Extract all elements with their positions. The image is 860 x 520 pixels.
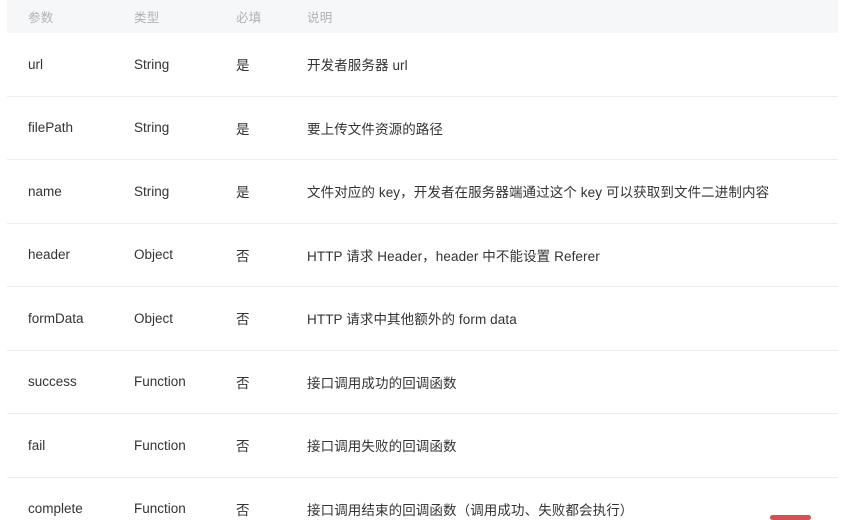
table-row: url String 是 开发者服务器 url — [7, 33, 838, 97]
cell-param-name: complete — [28, 501, 83, 517]
cell-param-required: 是 — [215, 96, 286, 160]
parameter-table: 参数 类型 必填 说明 url String 是 开发者服务器 url file… — [7, 0, 838, 520]
cell-param-type: String — [113, 96, 215, 160]
cell-param-type: String — [113, 159, 215, 224]
column-header-description: 说明 — [307, 11, 333, 25]
table-row: fail Function 否 接口调用失败的回调函数 — [7, 413, 838, 478]
table-row: header Object 否 HTTP 请求 Header，header 中不… — [7, 223, 838, 287]
cell-param-name: fail — [7, 413, 113, 478]
cell-param-name: name — [7, 159, 113, 224]
table-row: complete Function 否 接口调用结束的回调函数（调用成功、失败都… — [7, 477, 838, 520]
cell-param-name: formData — [7, 286, 113, 351]
cell-param-description: 文件对应的 key，开发者在服务器端通过这个 key 可以获取到文件二进制内容 — [286, 159, 838, 224]
table-header: 参数 类型 必填 说明 — [7, 0, 838, 33]
column-header-required: 必填 — [236, 11, 262, 25]
cell-param-description: 开发者服务器 url — [286, 33, 838, 97]
table-header-row: 参数 类型 必填 说明 — [7, 0, 838, 33]
cell-param-required: 是 — [215, 33, 286, 97]
cell-param-required: 是 — [215, 159, 286, 224]
cell-param-description: 接口调用失败的回调函数 — [286, 413, 838, 478]
cell-param-name: success — [7, 350, 113, 414]
cell-param-description: 要上传文件资源的路径 — [286, 96, 838, 160]
cell-param-description: HTTP 请求 Header，header 中不能设置 Referer — [286, 223, 838, 287]
cell-param-required: 否 — [215, 223, 286, 287]
cell-param-type: Function — [134, 501, 186, 517]
column-header-type: 类型 — [134, 11, 160, 25]
table-body: url String 是 开发者服务器 url filePath String … — [7, 33, 838, 520]
cell-param-type: Object — [113, 286, 215, 351]
cell-param-required: 否 — [215, 350, 286, 414]
cell-param-type: Function — [113, 350, 215, 414]
cell-param-required: 否 — [215, 286, 286, 351]
cell-param-name: url — [7, 33, 113, 97]
cell-param-required: 否 — [236, 502, 250, 518]
cell-param-description: 接口调用结束的回调函数（调用成功、失败都会执行） — [307, 502, 634, 518]
cell-param-description: 接口调用成功的回调函数 — [286, 350, 838, 414]
table-row: formData Object 否 HTTP 请求中其他额外的 form dat… — [7, 286, 838, 351]
table-row: name String 是 文件对应的 key，开发者在服务器端通过这个 key… — [7, 159, 838, 224]
table-row: filePath String 是 要上传文件资源的路径 — [7, 96, 838, 160]
cell-param-type: String — [113, 33, 215, 97]
table-row: success Function 否 接口调用成功的回调函数 — [7, 350, 838, 414]
cell-param-type: Function — [113, 413, 215, 478]
cell-param-type: Object — [113, 223, 215, 287]
cell-param-required: 否 — [215, 413, 286, 478]
document-page: 参数 类型 必填 说明 url String 是 开发者服务器 url file… — [0, 0, 860, 520]
scroll-position-indicator — [770, 515, 811, 520]
cell-param-description: HTTP 请求中其他额外的 form data — [286, 286, 838, 351]
cell-param-name: header — [7, 223, 113, 287]
cell-param-name: filePath — [7, 96, 113, 160]
column-header-name: 参数 — [28, 11, 54, 25]
